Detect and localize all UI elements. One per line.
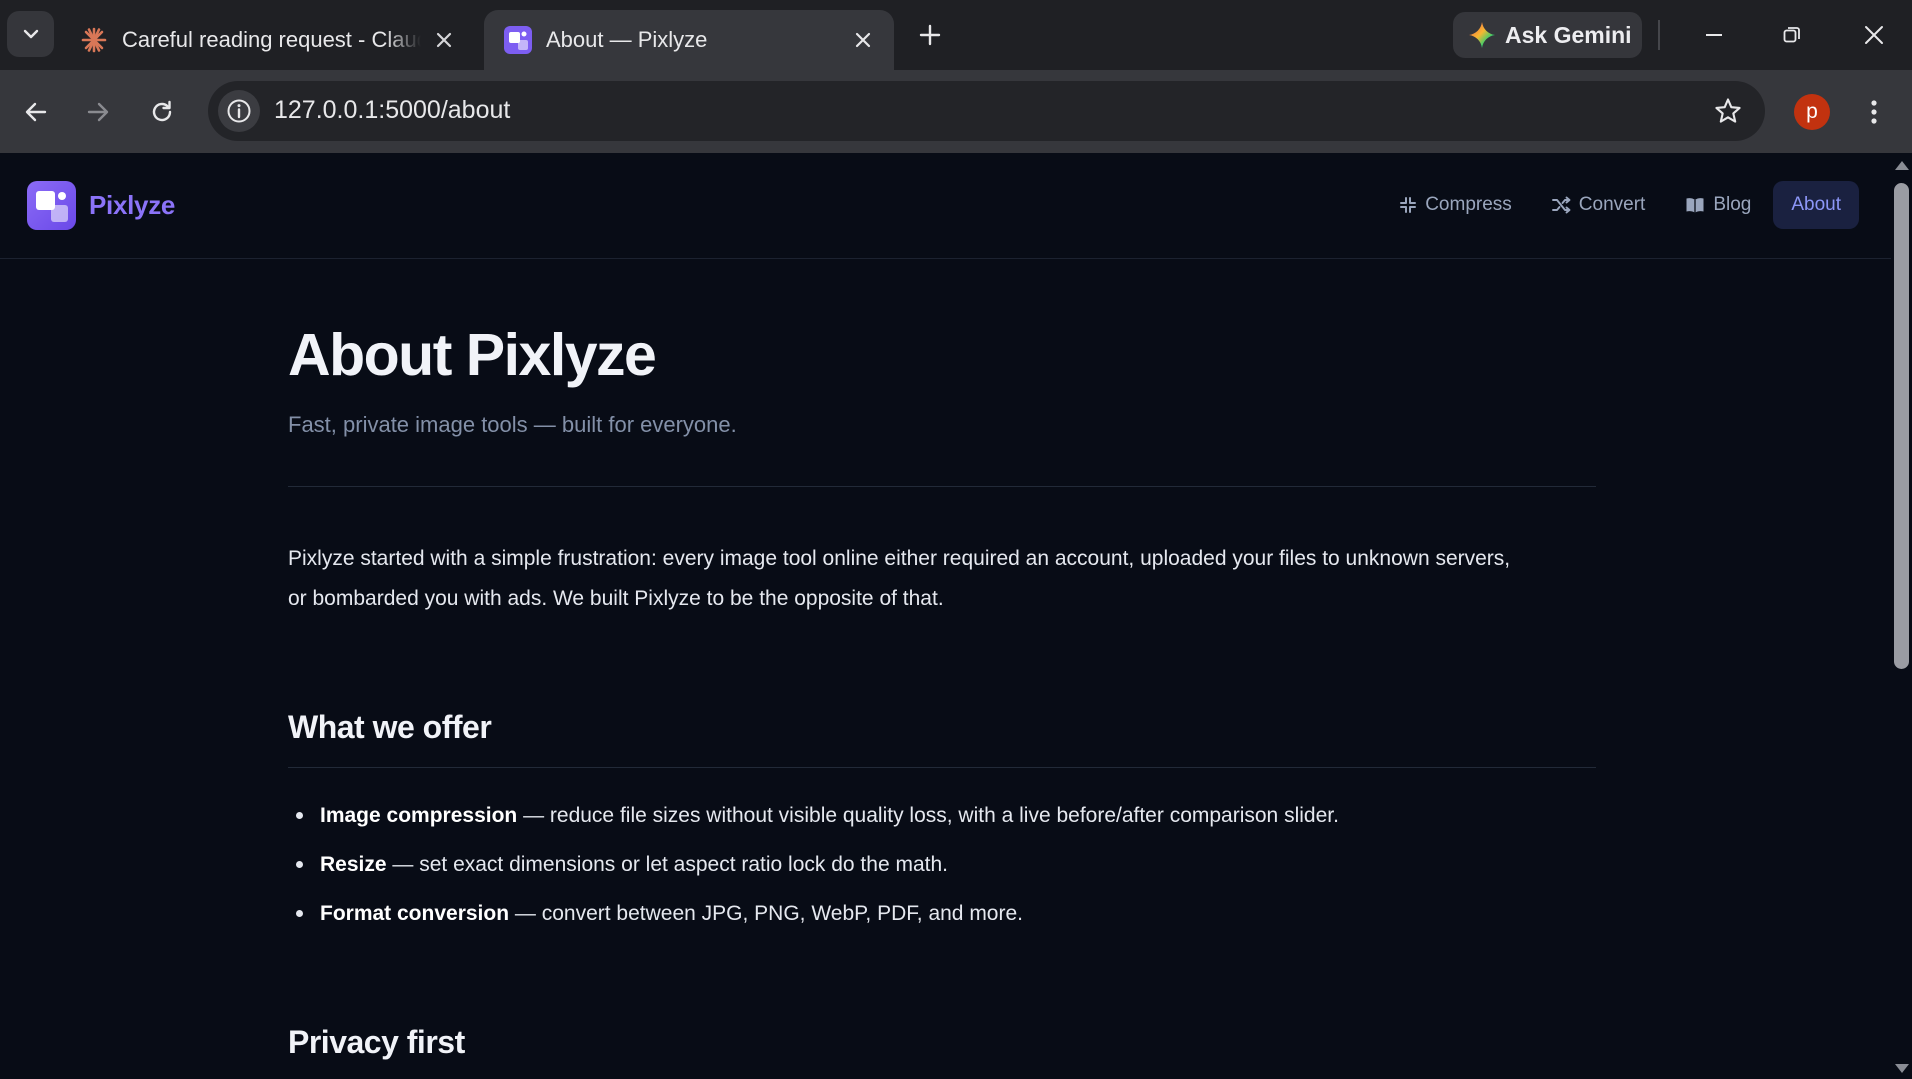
page-title: About Pixlyze: [288, 322, 657, 388]
nav-convert-label: Convert: [1578, 194, 1646, 215]
minimize-icon: [1706, 34, 1722, 36]
tab-close-button[interactable]: [431, 27, 457, 53]
page-scrollbar[interactable]: [1891, 153, 1912, 1079]
ask-gemini-button[interactable]: Ask Gemini: [1453, 12, 1642, 58]
nav-about[interactable]: About: [1773, 181, 1859, 229]
nav-compress-label: Compress: [1425, 194, 1512, 215]
browser-menu-button[interactable]: [1856, 92, 1892, 132]
offer-name: Format conversion: [320, 902, 510, 925]
scrollbar-thumb[interactable]: [1894, 183, 1909, 669]
gemini-sparkle-icon: [1469, 22, 1495, 48]
scroll-up-arrow-icon[interactable]: [1895, 161, 1909, 170]
claude-sparkle-icon: [80, 26, 108, 54]
browser-toolbar: 127.0.0.1:5000/about p: [0, 70, 1912, 153]
shuffle-icon: [1551, 196, 1571, 214]
nav-blog-label: Blog: [1713, 194, 1752, 215]
close-icon: [1865, 26, 1883, 44]
pixlyze-logo-icon: [504, 26, 532, 54]
offer-desc: — reduce file sizes without visible qual…: [517, 804, 1339, 827]
list-item: Resize — set exact dimensions or let asp…: [288, 840, 1596, 889]
list-item: Format conversion — convert between JPG,…: [288, 889, 1596, 938]
address-bar[interactable]: 127.0.0.1:5000/about: [208, 81, 1765, 141]
tab-search-button[interactable]: [7, 11, 54, 57]
brand-link[interactable]: Pixlyze: [27, 181, 175, 230]
compress-icon: [1399, 196, 1417, 214]
page-viewport: Pixlyze Compress Convert Blog About Abou…: [0, 153, 1912, 1079]
site-info-button[interactable]: [218, 90, 260, 132]
close-window-button[interactable]: [1848, 12, 1900, 58]
page-subtitle: Fast, private image tools — built for ev…: [288, 412, 737, 437]
restore-icon: [1783, 27, 1800, 43]
site-nav: Compress Convert Blog About: [1377, 181, 1859, 229]
close-icon: [855, 32, 871, 48]
offer-name: Image compression: [320, 804, 518, 827]
tab-title: About — Pixlyze: [546, 27, 708, 52]
intro-paragraph: Pixlyze started with a simple frustratio…: [288, 539, 1596, 619]
star-icon: [1715, 98, 1741, 123]
tab-pixlyze-about[interactable]: About — Pixlyze: [484, 10, 894, 70]
restore-button[interactable]: [1766, 12, 1818, 58]
site-header: Pixlyze Compress Convert Blog About: [0, 153, 1891, 259]
more-vertical-icon: [1871, 100, 1877, 124]
reload-button[interactable]: [140, 90, 184, 134]
tab-claude[interactable]: Careful reading request - Claude: [60, 10, 475, 70]
intro-line-1: Pixlyze started with a simple frustratio…: [288, 547, 1511, 570]
arrow-right-icon: [87, 102, 109, 122]
chevron-down-icon: [23, 29, 38, 39]
strip-separator: [1658, 20, 1660, 50]
brand-name: Pixlyze: [89, 190, 176, 220]
close-icon: [436, 32, 452, 48]
offer-list: Image compression — reduce file sizes wi…: [288, 791, 1596, 938]
nav-blog[interactable]: Blog: [1667, 181, 1769, 229]
minimize-button[interactable]: [1688, 12, 1740, 58]
arrow-left-icon: [25, 102, 47, 122]
ask-gemini-label: Ask Gemini: [1505, 21, 1632, 48]
offer-desc: — set exact dimensions or let aspect rat…: [386, 853, 948, 876]
offer-heading: What we offer: [288, 709, 492, 745]
scroll-down-arrow-icon[interactable]: [1895, 1064, 1909, 1073]
profile-avatar[interactable]: p: [1794, 94, 1830, 130]
nav-compress[interactable]: Compress: [1381, 181, 1530, 229]
nav-about-label: About: [1791, 194, 1841, 215]
new-tab-button[interactable]: [910, 15, 950, 55]
browser-tab-strip: Careful reading request - Claude About —…: [0, 0, 1912, 70]
list-item: Image compression — reduce file sizes wi…: [288, 791, 1596, 840]
pixlyze-logo-icon: [27, 181, 76, 230]
offer-desc: — convert between JPG, PNG, WebP, PDF, a…: [509, 902, 1023, 925]
title-divider: [288, 486, 1596, 487]
plus-icon: [919, 24, 941, 46]
reload-icon: [152, 100, 172, 122]
url-text: 127.0.0.1:5000/about: [274, 96, 511, 124]
tab-close-button[interactable]: [850, 27, 876, 53]
tab-title: Careful reading request - Claude: [122, 27, 421, 52]
book-icon: [1685, 196, 1705, 214]
info-icon: [227, 99, 251, 123]
nav-convert[interactable]: Convert: [1534, 181, 1664, 229]
intro-line-2: or bombarded you with ads. We built Pixl…: [288, 587, 944, 610]
privacy-heading: Privacy first: [288, 1024, 465, 1060]
offer-divider: [288, 767, 1596, 768]
forward-button[interactable]: [76, 90, 120, 134]
offer-name: Resize: [320, 853, 387, 876]
back-button[interactable]: [14, 90, 58, 134]
bookmark-button[interactable]: [1711, 94, 1745, 128]
